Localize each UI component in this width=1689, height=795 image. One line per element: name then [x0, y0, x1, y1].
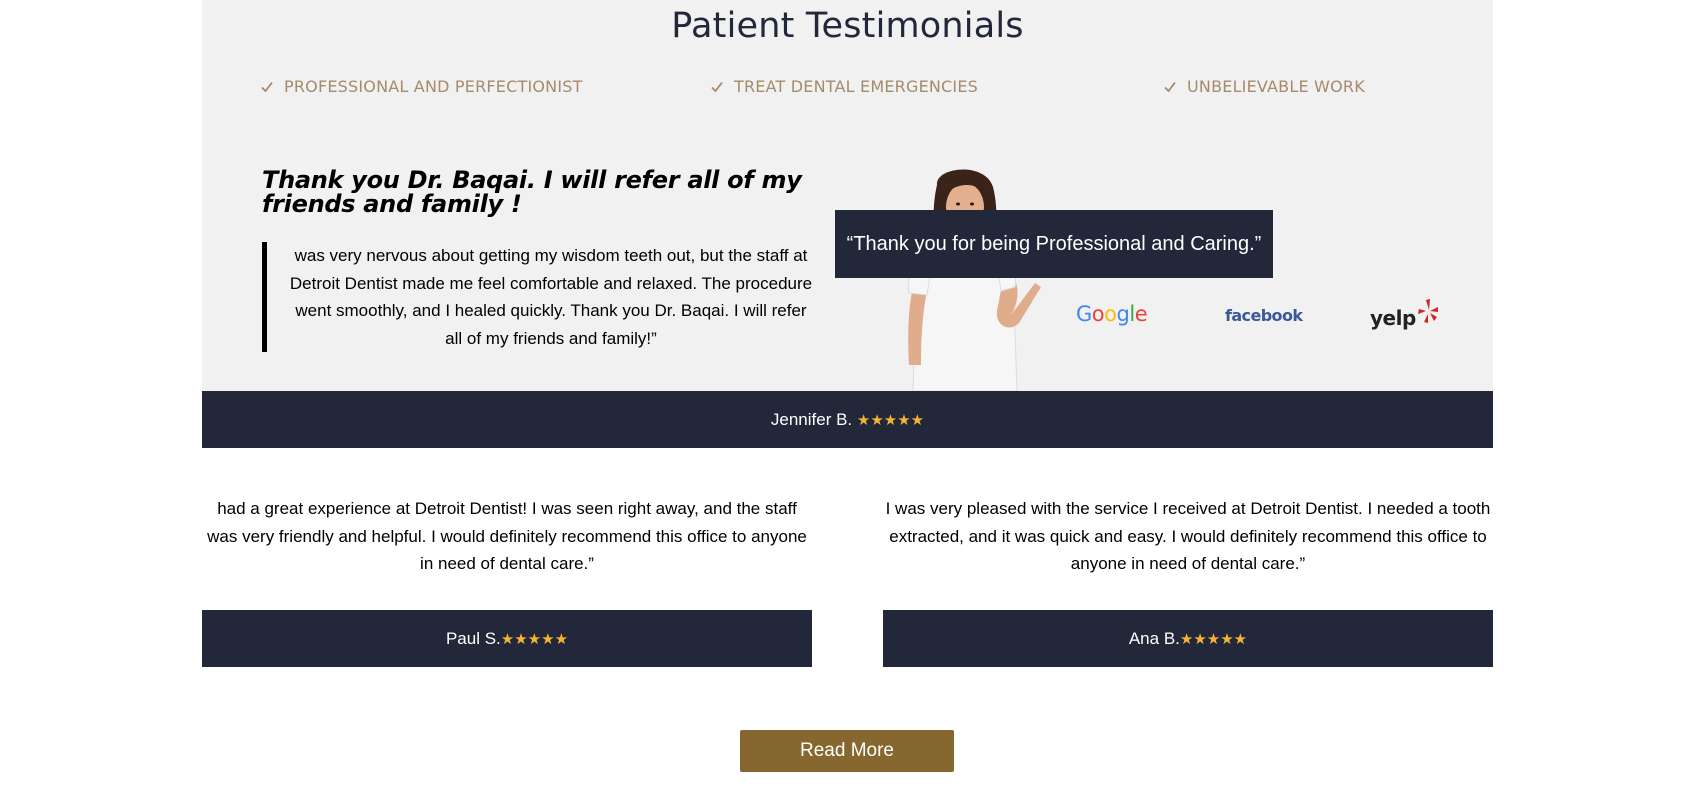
- feature-label: TREAT DENTAL EMERGENCIES: [734, 77, 979, 96]
- check-icon: [710, 80, 724, 94]
- author-name: Paul S.: [445, 628, 501, 648]
- check-icon: [1163, 80, 1177, 94]
- review-author-bar-left: Paul S. ★★★★★: [202, 610, 812, 667]
- check-icon: [260, 80, 274, 94]
- featured-quote-heading: Thank you Dr. Baqai. I will refer all of…: [262, 166, 802, 218]
- testimonials-section: Patient Testimonials PROFESSIONAL AND PE…: [202, 0, 1493, 391]
- patient-photo: [885, 165, 1045, 391]
- google-logo[interactable]: Google: [1076, 302, 1148, 326]
- feature-label: UNBELIEVABLE WORK: [1187, 77, 1365, 96]
- featured-quote: was very nervous about getting my wisdom…: [262, 242, 817, 352]
- review-author-bar-right: Ana B. ★★★★★: [883, 610, 1493, 667]
- read-more-button[interactable]: Read More: [740, 730, 954, 772]
- star-rating-icon: ★★★★★: [856, 411, 925, 429]
- featured-author-bar: Jennifer B. ★★★★★: [202, 391, 1493, 448]
- yelp-burst-icon: [1417, 299, 1438, 323]
- feature-label: PROFESSIONAL AND PERFECTIONIST: [284, 77, 583, 96]
- yelp-logo-text: yelp: [1370, 306, 1416, 330]
- star-rating-icon: ★★★★★: [1179, 630, 1248, 648]
- review-text-right: I was very pleased with the service I re…: [885, 499, 1491, 573]
- feature-item: PROFESSIONAL AND PERFECTIONIST: [260, 77, 583, 96]
- feature-item: UNBELIEVABLE WORK: [1163, 77, 1365, 96]
- author-name: Jennifer B.: [770, 409, 853, 429]
- features-row: PROFESSIONAL AND PERFECTIONIST TREAT DEN…: [202, 77, 1493, 101]
- facebook-logo[interactable]: facebook: [1225, 306, 1303, 325]
- feature-item: TREAT DENTAL EMERGENCIES: [710, 77, 978, 96]
- page-title: Patient Testimonials: [671, 6, 1024, 46]
- yelp-logo[interactable]: yelp: [1370, 298, 1439, 330]
- star-rating-icon: ★★★★★: [500, 630, 569, 648]
- author-name: Ana B.: [1128, 628, 1180, 648]
- review-text-left: had a great experience at Detroit Dentis…: [207, 499, 807, 573]
- callout-quote: “Thank you for being Professional and Ca…: [835, 210, 1273, 278]
